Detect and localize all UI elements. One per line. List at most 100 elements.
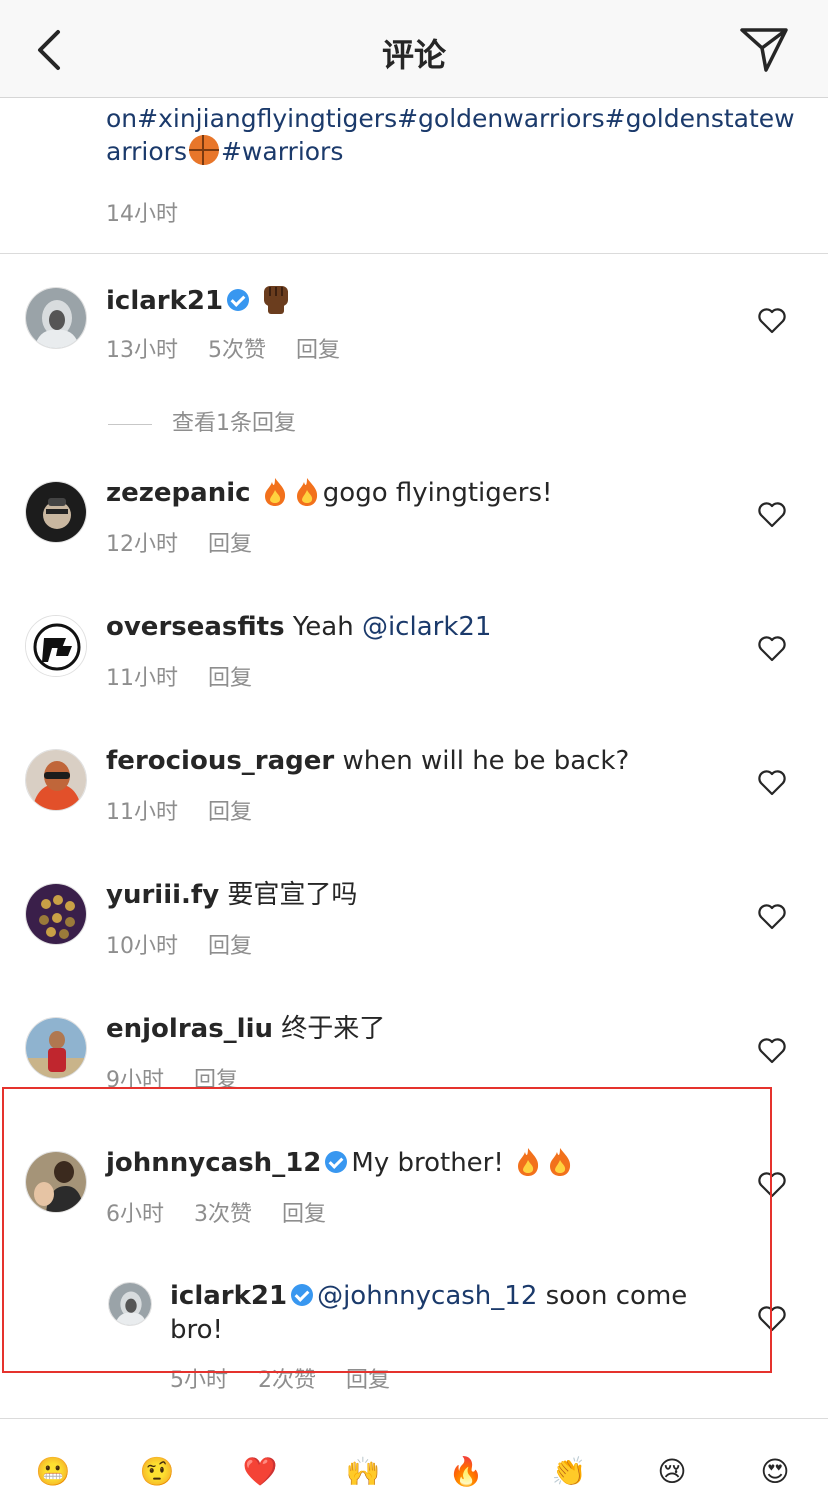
verified-badge-icon — [227, 289, 250, 311]
like-heart-icon[interactable] — [758, 1306, 786, 1332]
reply-button[interactable]: 回复 — [208, 532, 252, 557]
comment-text: zezepanic gogo flyingtigers! — [106, 476, 726, 510]
avatar[interactable] — [25, 1151, 87, 1213]
comment-body: when will he be back? — [342, 746, 630, 776]
comment-timestamp: 11小时 — [106, 800, 178, 825]
comment-timestamp: 12小时 — [106, 532, 178, 557]
like-heart-icon[interactable] — [758, 636, 786, 662]
comment-text: johnnycash_12 My brother! — [106, 1146, 726, 1180]
fire-emoji-icon — [550, 1148, 571, 1176]
comment-meta: 9小时 回复 — [106, 1062, 268, 1094]
caption-hashtag-warriors[interactable]: #warriors — [221, 137, 343, 166]
reply-item: iclark21 @johnnycash_12 soon come bro! 5小… — [0, 1279, 828, 1402]
comment-timestamp: 6小时 — [106, 1202, 164, 1227]
clapping-emoji-button[interactable]: 👏 — [546, 1449, 592, 1495]
comment-username[interactable]: iclark21 — [170, 1281, 287, 1311]
comment-timestamp: 9小时 — [106, 1068, 164, 1093]
comment-meta: 12小时 回复 — [106, 526, 282, 558]
comment-item: enjolras_liu 终于来了 9小时 回复 — [0, 1014, 828, 1124]
avatar[interactable] — [25, 1017, 87, 1079]
comment-item: johnnycash_12 My brother! 6小时 3次赞 回复 — [0, 1148, 828, 1258]
comments-list[interactable]: ociation#chinesebasketball#chinesebasket… — [0, 99, 828, 1417]
comment-username[interactable]: ferocious_rager — [106, 746, 334, 776]
comment-text: yuriii.fy 要官宣了吗 — [106, 878, 726, 912]
comment-username[interactable]: zezepanic — [106, 478, 251, 508]
verified-badge-icon — [291, 1284, 314, 1306]
send-icon[interactable] — [736, 24, 792, 76]
raised-fist-emoji-icon — [264, 286, 289, 314]
comment-text: enjolras_liu 终于来了 — [106, 1012, 726, 1046]
comment-body: My brother! — [351, 1148, 504, 1178]
grimacing-emoji-button[interactable]: 😬 — [30, 1449, 76, 1495]
reply-button[interactable]: 回复 — [296, 338, 340, 363]
caption-timestamp: 14小时 — [106, 202, 178, 227]
raised-eyebrow-emoji-button[interactable]: 🤨 — [134, 1449, 180, 1495]
comment-text: ferocious_rager when will he be back? — [106, 744, 726, 778]
like-heart-icon[interactable] — [758, 1172, 786, 1198]
reply-button[interactable]: 回复 — [208, 666, 252, 691]
comment-likes[interactable]: 5次赞 — [208, 338, 266, 363]
comment-meta: 11小时 回复 — [106, 794, 282, 826]
fire-emoji-icon — [518, 1148, 539, 1176]
caption-divider — [0, 253, 828, 254]
comment-body: Yeah — [292, 612, 354, 642]
comment-timestamp: 11小时 — [106, 666, 178, 691]
basketball-emoji-icon — [188, 135, 219, 165]
avatar[interactable] — [25, 615, 87, 677]
avatar[interactable] — [25, 749, 87, 811]
comment-item: zezepanic gogo flyingtigers! 12小时 回复 — [0, 478, 828, 588]
comment-body: 要官宣了吗 — [227, 880, 358, 910]
comment-timestamp: 10小时 — [106, 934, 178, 959]
mention-link[interactable]: @johnnycash_12 — [317, 1281, 537, 1311]
comment-item: yuriii.fy 要官宣了吗 10小时 回复 — [0, 880, 828, 990]
comment-text: iclark21 — [106, 282, 726, 318]
like-heart-icon[interactable] — [758, 1038, 786, 1064]
comment-text: overseasfits Yeah @iclark21 — [106, 610, 726, 644]
comment-timestamp: 5小时 — [170, 1368, 228, 1393]
comment-likes[interactable]: 3次赞 — [194, 1202, 252, 1227]
top-nav-bar: 评论 — [0, 0, 828, 98]
comment-username[interactable]: iclark21 — [106, 286, 223, 316]
comment-body: 终于来了 — [281, 1014, 386, 1044]
comment-meta: 6小时 3次赞 回复 — [106, 1196, 356, 1228]
comment-item: ferocious_rager when will he be back? 11… — [0, 746, 828, 856]
reply-button[interactable]: 回复 — [208, 800, 252, 825]
heart-emoji-button[interactable]: ❤️ — [237, 1449, 283, 1495]
like-heart-icon[interactable] — [758, 502, 786, 528]
fire-emoji-button[interactable]: 🔥 — [443, 1449, 489, 1495]
comment-meta: 13小时 5次赞 回复 — [106, 332, 370, 364]
comment-likes[interactable]: 2次赞 — [258, 1368, 316, 1393]
like-heart-icon[interactable] — [758, 904, 786, 930]
comment-username[interactable]: johnnycash_12 — [106, 1148, 321, 1178]
comment-meta: 11小时 回复 — [106, 660, 282, 692]
verified-badge-icon — [325, 1151, 348, 1173]
post-caption: ociation#chinesebasketball#chinesebasket… — [106, 99, 806, 168]
reply-button[interactable]: 回复 — [282, 1202, 326, 1227]
like-heart-icon[interactable] — [758, 308, 786, 334]
comment-username[interactable]: overseasfits — [106, 612, 285, 642]
mention-link[interactable]: @iclark21 — [362, 612, 492, 642]
comment-item: overseasfits Yeah @iclark21 11小时 回复 — [0, 612, 828, 722]
emoji-quick-bar: 😬 🤨 ❤️ 🙌 🔥 👏 😢 😍 — [0, 1418, 828, 1508]
heart-eyes-emoji-button[interactable]: 😍 — [752, 1449, 798, 1495]
comment-timestamp: 13小时 — [106, 338, 178, 363]
avatar[interactable] — [25, 883, 87, 945]
avatar[interactable] — [25, 481, 87, 543]
crying-emoji-button[interactable]: 😢 — [649, 1449, 695, 1495]
page-title: 评论 — [381, 36, 446, 74]
avatar[interactable] — [108, 1282, 152, 1326]
reply-button[interactable]: 回复 — [208, 934, 252, 959]
comment-username[interactable]: yuriii.fy — [106, 880, 219, 910]
reply-button[interactable]: 回复 — [346, 1368, 390, 1393]
like-heart-icon[interactable] — [758, 770, 786, 796]
raised-hands-emoji-button[interactable]: 🙌 — [340, 1449, 386, 1495]
comment-username[interactable]: enjolras_liu — [106, 1014, 273, 1044]
view-replies-link[interactable]: 查看1条回复 — [108, 405, 296, 437]
reply-button[interactable]: 回复 — [194, 1068, 238, 1093]
fire-emoji-icon — [296, 478, 317, 506]
comment-meta: 5小时 2次赞 回复 — [170, 1362, 420, 1394]
avatar[interactable] — [25, 287, 87, 349]
view-replies-label: 查看1条回复 — [172, 411, 296, 436]
fire-emoji-icon — [264, 478, 285, 506]
reply-text: iclark21 @johnnycash_12 soon come bro! — [170, 1279, 710, 1347]
